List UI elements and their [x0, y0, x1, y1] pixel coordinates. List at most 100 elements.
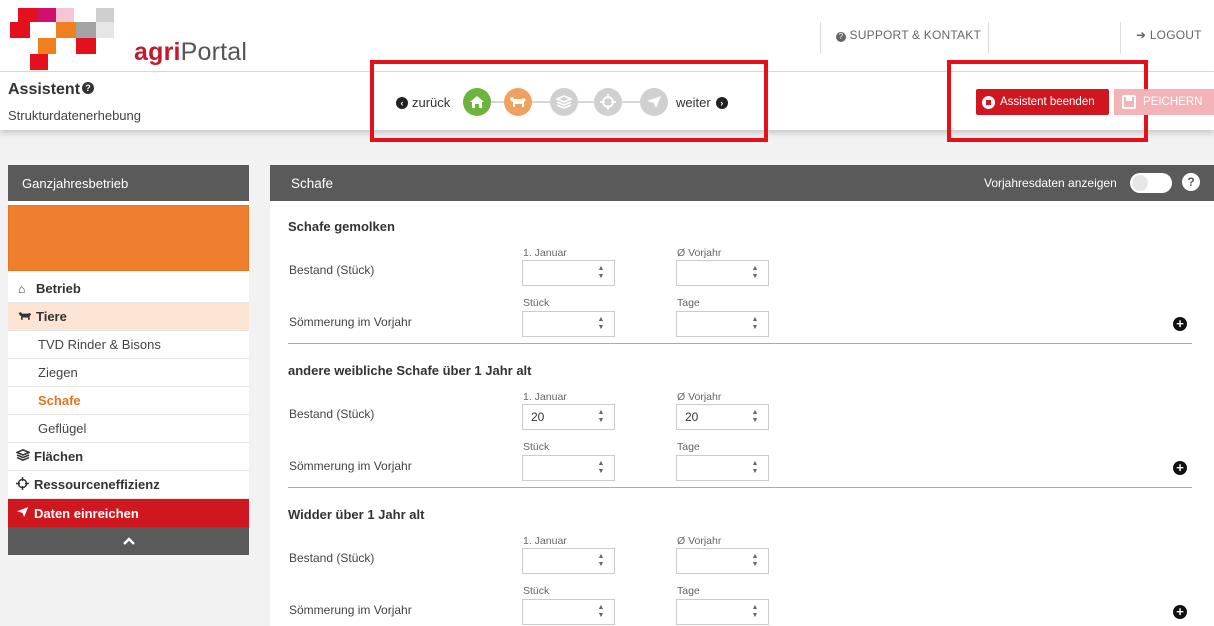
sidebar-item-tvd-rinder[interactable]: TVD Rinder & Bisons — [8, 331, 249, 359]
row-label-summer: Sömmerung im Vorjahr — [289, 603, 412, 617]
chevron-right-icon: › — [715, 96, 728, 109]
help-icon[interactable]: ? — [82, 82, 95, 94]
col-label-prev-year: Ø Vorjahr — [677, 247, 722, 259]
col-label-count: Stück — [523, 585, 550, 597]
agriportal-logo[interactable]: agriPortal — [10, 8, 247, 70]
next-step-button[interactable]: weiter › — [676, 95, 728, 110]
sidebar-collapse-button[interactable] — [8, 527, 249, 555]
section-title: Widder über 1 Jahr alt — [288, 507, 425, 522]
col-label-count: Stück — [523, 441, 550, 453]
add-row-plus-icon[interactable]: + — [1173, 317, 1187, 331]
col-label-count: Stück — [523, 297, 550, 309]
logo-square — [56, 8, 74, 22]
stock-jan-input[interactable]: ▲ ▼ — [522, 260, 615, 286]
spin-arrows-icon[interactable]: ▲ ▼ — [597, 604, 605, 620]
summer-count-input[interactable]: ▲ ▼ — [522, 599, 615, 625]
sidebar-banner-wrap — [8, 201, 249, 275]
spin-arrows-icon[interactable]: ▲ ▼ — [751, 553, 759, 569]
step-animals[interactable] — [504, 88, 532, 116]
sidebar-item-ziegen[interactable]: Ziegen — [8, 359, 249, 387]
logo-text: agriPortal — [134, 38, 248, 66]
row-label-stock: Bestand (Stück) — [289, 407, 375, 421]
stock-prev-year-input[interactable]: ▲ ▼ — [676, 548, 769, 574]
logo-square — [96, 22, 114, 38]
stop-icon — [982, 95, 995, 109]
col-label-days: Tage — [677, 585, 700, 597]
spin-arrows-icon[interactable]: ▲ ▼ — [751, 265, 759, 281]
stock-prev-year-input[interactable]: ▲ ▼ — [676, 260, 769, 286]
logo-square — [38, 38, 56, 54]
sidebar-item-gefluegel[interactable]: Geflügel — [8, 415, 249, 443]
logo-square — [30, 54, 48, 70]
assistant-subtitle: Strukturdatenerhebung — [8, 108, 141, 123]
row-label-stock: Bestand (Stück) — [289, 551, 375, 565]
chevron-up-icon — [122, 537, 135, 545]
col-label-prev-year: Ø Vorjahr — [677, 535, 722, 547]
crosshair-icon — [16, 476, 32, 493]
section-andere-weibliche-schafe: andere weibliche Schafe über 1 Jahr alt … — [288, 345, 1192, 489]
col-label-jan: 1. Januar — [523, 535, 567, 547]
summer-days-input[interactable]: ▲ ▼ — [676, 455, 769, 481]
logout-link[interactable]: ➜ LOGOUT — [1136, 28, 1202, 42]
spin-arrows-icon[interactable]: ▲ ▼ — [597, 409, 605, 425]
page-title: Schafe — [291, 175, 334, 191]
stock-prev-year-input[interactable]: 20 ▲ ▼ — [676, 404, 769, 430]
logo-square — [96, 8, 114, 22]
sidebar-item-betrieb[interactable]: ⌂ Betrieb — [8, 275, 249, 303]
step-resources[interactable] — [594, 88, 622, 116]
col-label-jan: 1. Januar — [523, 391, 567, 403]
col-label-prev-year: Ø Vorjahr — [677, 391, 722, 403]
chevron-left-icon: ‹ — [396, 96, 408, 109]
end-assistant-button[interactable]: Assistent beenden — [976, 89, 1109, 115]
sidebar-item-daten-einreichen[interactable]: Daten einreichen — [8, 499, 249, 527]
add-row-plus-icon[interactable]: + — [1173, 605, 1187, 619]
layers-icon — [15, 449, 32, 464]
col-label-days: Tage — [677, 297, 700, 309]
header-divider — [1120, 22, 1121, 54]
sidebar-header: Ganzjahresbetrieb — [8, 165, 249, 201]
logo-square — [38, 8, 56, 22]
spin-arrows-icon[interactable]: ▲ ▼ — [751, 604, 759, 620]
col-label-days: Tage — [677, 441, 700, 453]
section-title: Schafe gemolken — [288, 219, 395, 234]
prev-year-toggle[interactable] — [1130, 173, 1172, 193]
help-icon[interactable]: ? — [1182, 173, 1200, 191]
sidebar-item-ressourceneffizienz[interactable]: Ressourceneffizienz — [8, 471, 249, 499]
step-submit[interactable] — [640, 88, 668, 116]
spin-arrows-icon[interactable]: ▲ ▼ — [597, 553, 605, 569]
help-circle-icon: ? — [836, 32, 846, 42]
sidebar-item-tiere[interactable]: Tiere — [8, 303, 249, 331]
spin-arrows-icon[interactable]: ▲ ▼ — [751, 316, 759, 332]
layers-icon — [556, 95, 572, 109]
floppy-disk-icon — [1122, 95, 1136, 109]
cow-icon — [510, 97, 526, 107]
stock-jan-input[interactable]: ▲ ▼ — [522, 548, 615, 574]
save-button[interactable]: PEICHERN — [1114, 89, 1214, 115]
crosshair-icon — [600, 94, 616, 110]
step-areas[interactable] — [550, 88, 578, 116]
logout-icon: ➜ — [1136, 28, 1147, 42]
sidebar-item-flaechen[interactable]: Flächen — [8, 443, 249, 471]
summer-count-input[interactable]: ▲ ▼ — [522, 455, 615, 481]
support-link[interactable]: ? SUPPORT & KONTAKT — [836, 28, 981, 42]
spin-arrows-icon[interactable]: ▲ ▼ — [751, 460, 759, 476]
spin-arrows-icon[interactable]: ▲ ▼ — [597, 265, 605, 281]
spin-arrows-icon[interactable]: ▲ ▼ — [597, 316, 605, 332]
summer-days-input[interactable]: ▲ ▼ — [676, 311, 769, 337]
step-home[interactable] — [463, 88, 491, 116]
add-row-plus-icon[interactable]: + — [1173, 461, 1187, 475]
section-divider — [288, 343, 1192, 344]
spin-arrows-icon[interactable]: ▲ ▼ — [751, 409, 759, 425]
logo-square — [18, 8, 38, 22]
section-title: andere weibliche Schafe über 1 Jahr alt — [288, 363, 532, 378]
row-label-stock: Bestand (Stück) — [289, 263, 375, 277]
stock-jan-input[interactable]: 20 ▲ ▼ — [522, 404, 615, 430]
home-icon — [470, 96, 484, 108]
assistant-title: Assistent? — [8, 81, 95, 99]
sidebar-item-schafe[interactable]: Schafe — [8, 387, 249, 415]
summer-count-input[interactable]: ▲ ▼ — [522, 311, 615, 337]
summer-days-input[interactable]: ▲ ▼ — [676, 599, 769, 625]
previous-step-button[interactable]: ‹ zurück — [396, 95, 450, 110]
row-label-summer: Sömmerung im Vorjahr — [289, 459, 412, 473]
spin-arrows-icon[interactable]: ▲ ▼ — [597, 460, 605, 476]
